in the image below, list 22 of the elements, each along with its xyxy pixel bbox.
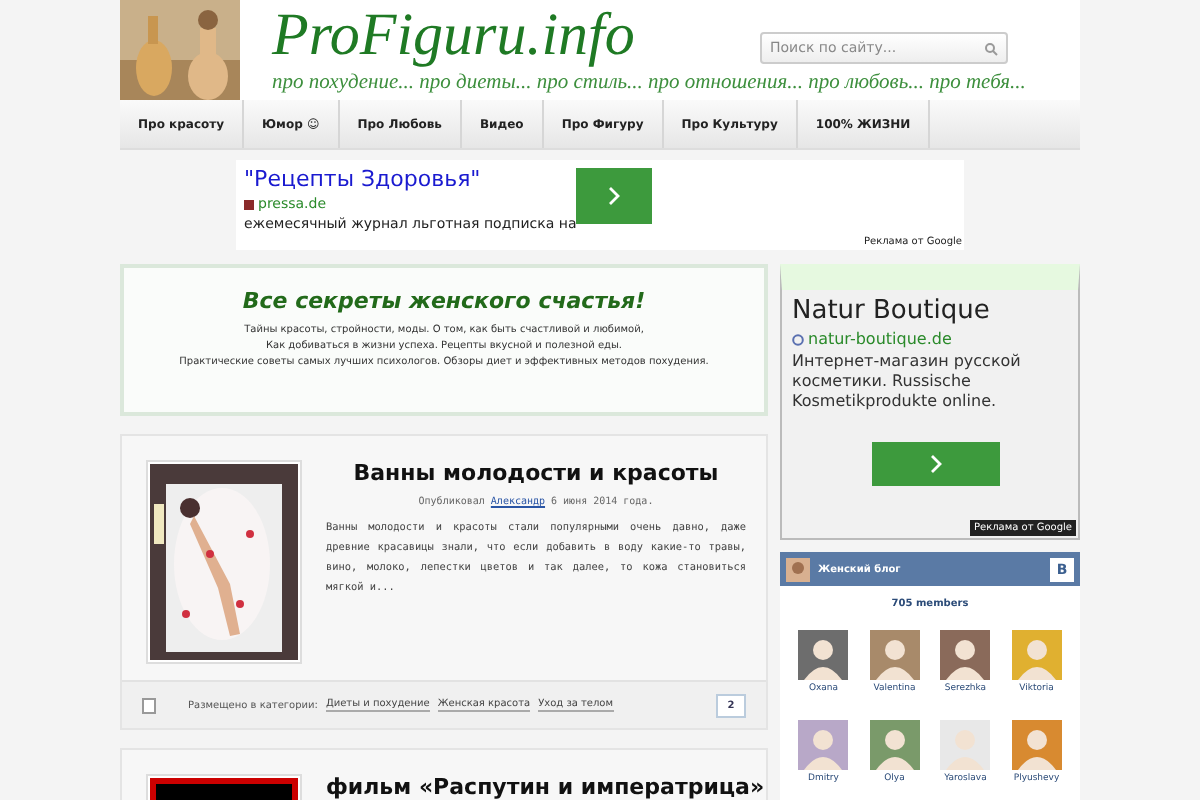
document-icon xyxy=(142,697,156,713)
avatar-icon[interactable] xyxy=(940,630,991,680)
site-title[interactable]: ProFiguru.info xyxy=(272,4,635,68)
avatar-icon[interactable] xyxy=(869,720,920,770)
post-title[interactable]: Ванны молодости и красоты xyxy=(326,460,746,486)
avatar-icon[interactable] xyxy=(1011,720,1062,770)
avatar-icon[interactable] xyxy=(798,720,849,770)
avatar-icon[interactable] xyxy=(798,630,849,680)
ad-title[interactable]: "Рецепты Здоровья" xyxy=(244,166,956,192)
site-tagline: про похудение... про диеты... про стиль... про отношения... про любовь... про тебя... xyxy=(272,72,1026,94)
chevron-icon xyxy=(930,454,942,474)
favicon-icon xyxy=(244,199,254,209)
ad-title[interactable]: Natur Boutique xyxy=(792,296,1068,326)
ad-domain[interactable]: natur-boutique.de xyxy=(808,330,952,348)
avatar-icon xyxy=(786,557,810,581)
intro-heading: Все секреты женского счастья! xyxy=(240,288,648,314)
search-icon xyxy=(984,41,998,55)
avatar-icon[interactable] xyxy=(869,630,920,680)
post-title[interactable]: фильм «Распутин и императрица» xyxy=(326,774,765,800)
chevron-icon xyxy=(608,186,620,206)
globe-icon xyxy=(792,333,804,345)
ad-text: Интернет-магазин русской косметики. Russische Kosmetikprodukte online. xyxy=(792,352,1023,412)
